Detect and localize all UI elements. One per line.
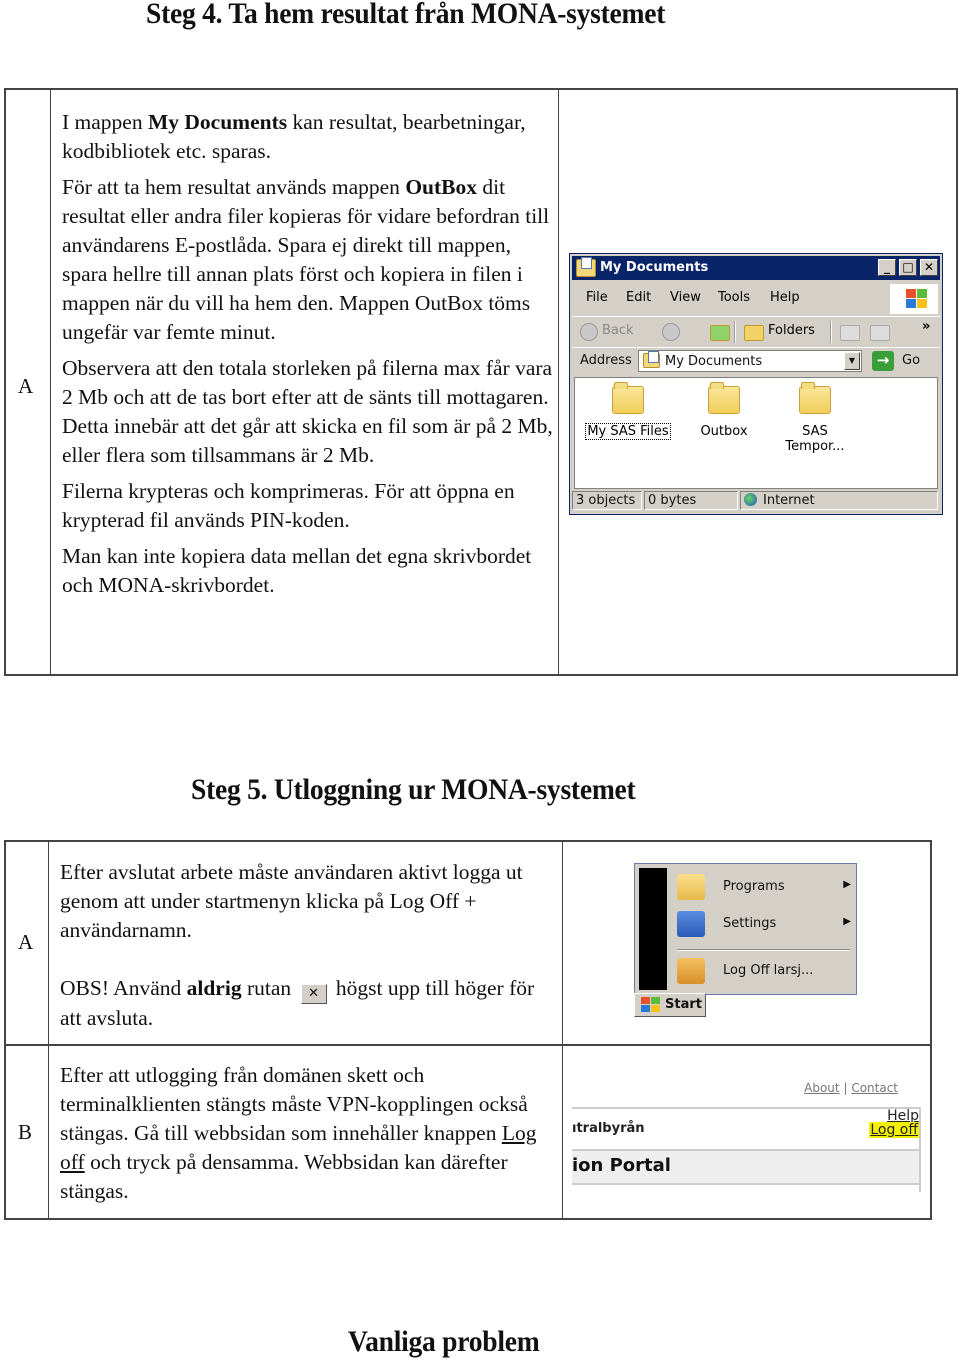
address-bar: Address My Documents ▼ → Go: [572, 347, 940, 376]
programs-icon: [677, 874, 705, 900]
forward-arrow-icon[interactable]: [662, 323, 680, 341]
back-button[interactable]: Back: [602, 323, 634, 338]
up-folder-icon[interactable]: [710, 325, 730, 341]
log-off-link[interactable]: Log off: [869, 1122, 919, 1138]
go-button[interactable]: Go: [902, 353, 920, 368]
menu-edit[interactable]: Edit: [626, 290, 651, 305]
folder-icon: [612, 382, 644, 414]
submenu-arrow-icon: ▶: [843, 879, 851, 890]
start-label: Start: [665, 997, 702, 1012]
toolbar-more-chevron[interactable]: »: [922, 319, 930, 334]
portal-header: ıtralbyrån Help Log off ion Portal: [572, 1107, 921, 1192]
paragraph: Man kan inte kopiera data mellan det egn…: [62, 544, 532, 597]
menu-help[interactable]: Help: [770, 290, 800, 305]
column-divider: [50, 90, 51, 674]
column-divider: [558, 90, 559, 674]
back-arrow-icon[interactable]: [580, 323, 598, 341]
column-divider: [48, 842, 49, 1218]
windows-logo: [890, 284, 938, 314]
menu-item-log-off[interactable]: Log Off larsj...: [675, 955, 855, 987]
globe-icon: [744, 493, 757, 506]
status-objects: 3 objects: [572, 491, 642, 510]
menu-file[interactable]: File: [586, 290, 608, 305]
status-size: 0 bytes: [644, 491, 738, 510]
row-label-a: A: [18, 930, 34, 954]
address-value: My Documents: [665, 354, 763, 369]
menu-tools[interactable]: Tools: [718, 290, 750, 305]
go-arrow-icon[interactable]: →: [872, 351, 894, 371]
toolbar-separator: [830, 321, 832, 343]
menu-item-programs[interactable]: Programs ▶: [675, 871, 855, 903]
organization-name: ıtralbyrån: [572, 1121, 645, 1136]
about-link[interactable]: About: [804, 1081, 839, 1095]
address-dropdown-button[interactable]: ▼: [844, 352, 860, 370]
paragraph: I mappen My Documents kan resultat, bear…: [62, 110, 526, 163]
steg5-row-b-text: Efter att utlogging från domänen skett o…: [60, 1061, 560, 1213]
my-documents-icon: [576, 257, 596, 277]
row-label: A: [18, 374, 34, 398]
steg5-row-a-text: Efter avslutat arbete måste användaren a…: [60, 858, 556, 1040]
paragraph: Efter avslutat arbete måste användaren a…: [60, 860, 523, 942]
start-menu: Programs ▶ Settings ▶ Log Off larsj...: [634, 863, 857, 995]
my-documents-icon: [643, 351, 660, 368]
folder-icon: [799, 382, 831, 414]
move-to-icon[interactable]: [840, 325, 860, 341]
key-icon: [677, 958, 705, 984]
windows-flag-icon: [641, 997, 661, 1013]
menu-view[interactable]: View: [670, 290, 701, 305]
address-label: Address: [580, 353, 632, 368]
folder-icon: [708, 382, 740, 414]
address-input[interactable]: My Documents ▼: [638, 350, 862, 372]
link-separator: |: [843, 1081, 848, 1095]
folder-item[interactable]: SAS Tempor...: [775, 382, 855, 454]
portal-screenshot: About | Contact ıtralbyrån Help Log off …: [572, 1080, 922, 1192]
row-label-b: B: [18, 1120, 33, 1144]
folders-icon[interactable]: [744, 325, 764, 341]
paragraph: Efter att utlogging från domänen skett o…: [60, 1063, 537, 1203]
minimize-button[interactable]: _: [878, 259, 896, 276]
start-button[interactable]: Start: [634, 993, 706, 1017]
settings-icon: [677, 911, 705, 937]
submenu-arrow-icon: ▶: [843, 916, 851, 927]
window-title: My Documents: [600, 260, 709, 275]
contact-link[interactable]: Contact: [851, 1081, 898, 1095]
menu-bar: File Edit View Tools Help: [572, 282, 876, 314]
steg4-text: I mappen My Documents kan resultat, bear…: [62, 108, 556, 607]
paragraph: Observera att den totala storleken på fi…: [62, 356, 553, 467]
toolbar-separator: [734, 321, 736, 343]
menu-item-settings[interactable]: Settings ▶: [675, 908, 855, 940]
folders-button[interactable]: Folders: [768, 323, 815, 338]
portal-title-band: ion Portal: [572, 1149, 919, 1185]
status-bar: 3 objects 0 bytes Internet: [572, 490, 940, 512]
section-heading-steg5: Steg 5. Utloggning ur MONA-systemet: [191, 773, 636, 806]
toolbar: Back Folders »: [572, 316, 940, 347]
close-box-icon: ✕: [300, 984, 327, 1004]
paragraph: För att ta hem resultat används mappen O…: [62, 175, 550, 344]
copy-to-icon[interactable]: [870, 325, 890, 341]
maximize-button[interactable]: □: [899, 259, 917, 276]
folder-view: My SAS Files Outbox SAS Tempor...: [574, 377, 938, 489]
top-links: About | Contact: [804, 1081, 898, 1095]
column-divider: [562, 842, 563, 1218]
section-heading-steg4: Steg 4. Ta hem resultat från MONA-system…: [146, 0, 666, 30]
paragraph: OBS! Använd aldrig rutan ✕ högst upp til…: [60, 976, 535, 1030]
row-divider: [6, 1044, 930, 1046]
folder-item[interactable]: Outbox: [679, 382, 769, 439]
portal-title: ion Portal: [572, 1155, 671, 1176]
windows-flag-icon: [906, 289, 928, 309]
start-menu-sidebar: [639, 868, 667, 990]
close-button[interactable]: ✕: [920, 259, 938, 276]
paragraph: Filerna krypteras och komprimeras. För a…: [62, 479, 515, 532]
section-heading-vanliga-problem: Vanliga problem: [348, 1325, 540, 1358]
explorer-window: My Documents _ □ ✕ File Edit View Tools …: [569, 253, 943, 515]
folder-item[interactable]: My SAS Files: [583, 382, 673, 440]
title-bar: My Documents _ □ ✕: [572, 256, 940, 280]
status-zone: Internet: [740, 491, 938, 510]
menu-separator: [677, 949, 850, 951]
